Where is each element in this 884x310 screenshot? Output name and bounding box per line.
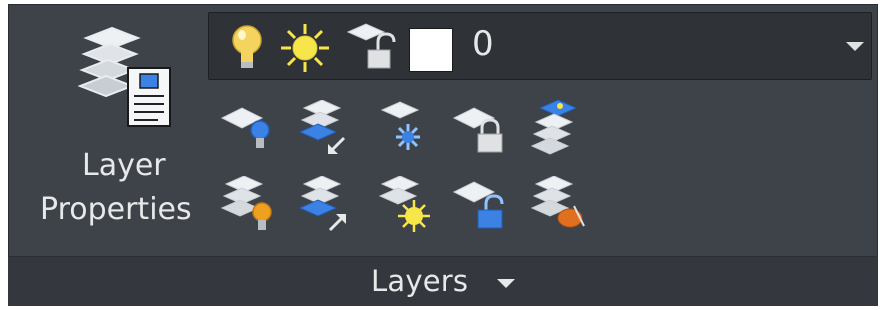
- panel-title[interactable]: Layers: [371, 264, 468, 298]
- triangle-down-icon[interactable]: [846, 42, 864, 51]
- layer-delete-icon[interactable]: [530, 176, 588, 234]
- triangle-down-icon[interactable]: [497, 279, 515, 288]
- layer-unlock-icon[interactable]: [452, 176, 508, 232]
- layer-thaw-icon[interactable]: [376, 176, 434, 234]
- layer-properties-label-line2: Properties: [40, 192, 192, 227]
- layer-freeze-icon[interactable]: [376, 100, 432, 156]
- lightbulb-on-icon[interactable]: [229, 22, 265, 74]
- layer-properties-label-line1: Layer: [82, 148, 166, 183]
- layer-color-swatch: [409, 28, 453, 72]
- match-layer-icon[interactable]: [298, 100, 354, 156]
- layer-on-icon[interactable]: [220, 176, 276, 232]
- layer-properties-button[interactable]: Layer Properties: [18, 8, 202, 248]
- layer-lock-icon[interactable]: [452, 102, 508, 156]
- layer-off-icon[interactable]: [220, 102, 276, 156]
- sun-thawed-icon[interactable]: [279, 22, 331, 74]
- layer-set-current-icon[interactable]: [298, 176, 354, 234]
- make-current-layer-icon[interactable]: [530, 98, 586, 156]
- padlock-open-icon[interactable]: [346, 22, 398, 74]
- current-layer-name: 0: [472, 24, 494, 64]
- layer-properties-icon: [78, 26, 171, 127]
